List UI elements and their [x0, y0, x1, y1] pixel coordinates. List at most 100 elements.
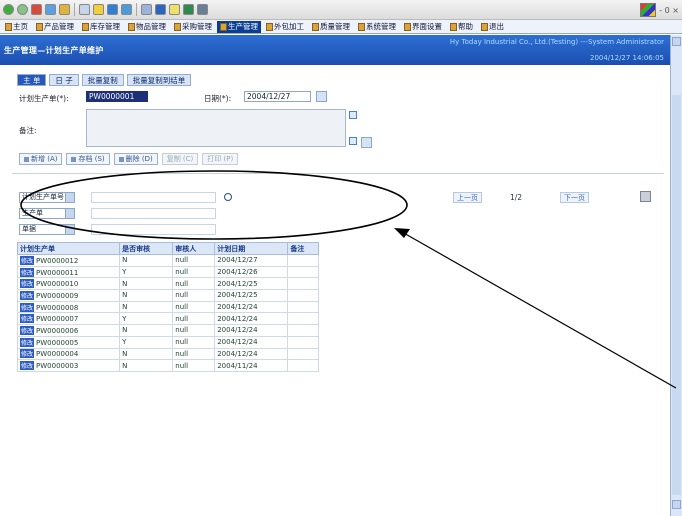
table-row[interactable]: 修改 PW0000009 Nnull 2004/12/25	[16, 289, 319, 302]
stop-icon[interactable]	[31, 4, 42, 15]
row-edit-button[interactable]: 修改	[20, 361, 35, 371]
nav-item-label: 退出	[489, 22, 504, 31]
prev-page-button[interactable]: 上一页	[453, 192, 482, 203]
row-edit-button[interactable]: 修改	[20, 314, 35, 324]
cell-value: null	[175, 349, 189, 358]
table-cell	[287, 335, 319, 349]
filter-field-select-2[interactable]: 生产单	[19, 208, 75, 219]
table-row[interactable]: 修改 PW0000011 Ynull 2004/12/26	[16, 265, 319, 279]
memo-select-icon[interactable]	[349, 137, 357, 145]
table-row[interactable]: 修改 PW0000008 Nnull 2004/12/24	[16, 300, 319, 314]
messenger-icon[interactable]	[197, 4, 208, 15]
filter-input-3[interactable]	[91, 224, 216, 235]
home-icon[interactable]	[59, 4, 70, 15]
nav-item-3[interactable]: 物品管理	[125, 21, 169, 33]
module-icon	[404, 22, 411, 31]
calendar-icon[interactable]	[316, 91, 327, 102]
cell-value: N	[122, 303, 128, 312]
table-cell: N	[119, 254, 174, 267]
row-edit-button[interactable]: 修改	[20, 255, 35, 265]
table-row[interactable]: 修改 PW0000005 Ynull 2004/12/24	[16, 335, 319, 349]
nav-item-1[interactable]: 产品管理	[33, 21, 77, 33]
nav-item-8[interactable]: 系统管理	[355, 21, 399, 33]
table-row[interactable]: 修改 PW0000010 Nnull 2004/12/25	[16, 277, 319, 291]
filter-field-3-value: 单据	[22, 225, 36, 233]
tab-2[interactable]: 批量复制	[81, 74, 124, 86]
column-header[interactable]: 计划生产单	[16, 242, 121, 255]
table-row[interactable]: 修改 PW0000007 Ynull 2004/12/24	[16, 312, 319, 326]
history-icon[interactable]	[121, 4, 132, 15]
table-row[interactable]: 修改 PW0000012 Nnull 2004/12/27	[16, 254, 319, 267]
nav-item-0[interactable]: 主页	[2, 21, 31, 33]
row-edit-button[interactable]: 修改	[20, 302, 35, 312]
printer-icon[interactable]	[640, 191, 651, 202]
chevron-down-icon[interactable]	[65, 209, 74, 218]
nav-item-10[interactable]: 帮助	[447, 21, 476, 33]
table-row[interactable]: 修改 PW0000006 Nnull 2004/12/24	[16, 324, 319, 337]
print-icon[interactable]	[155, 4, 166, 15]
row-edit-button[interactable]: 修改	[20, 290, 35, 300]
delete-button[interactable]: 删除 (D)	[113, 153, 158, 165]
favorites-icon[interactable]	[93, 4, 104, 15]
scroll-thumb[interactable]	[672, 95, 681, 495]
nav-item-6[interactable]: 外包加工	[263, 21, 307, 33]
new-button[interactable]: 新增 (A)	[19, 153, 63, 165]
filter-input-2[interactable]	[91, 208, 216, 219]
table-header-row: 计划生产单 是否审核 审核人 计划日期 备注	[16, 242, 319, 255]
scroll-up-icon[interactable]	[672, 37, 681, 46]
nav-item-11[interactable]: 退出	[478, 21, 507, 33]
nav-item-2[interactable]: 库存管理	[79, 21, 123, 33]
row-edit-button[interactable]: 修改	[20, 267, 35, 277]
tab-3[interactable]: 批量复制到结单	[126, 74, 192, 86]
discuss-icon[interactable]	[183, 4, 194, 15]
nav-item-9[interactable]: 界面设置	[401, 21, 445, 33]
table-row[interactable]: 修改 PW0000003 Nnull 2004/11/24	[16, 359, 319, 372]
tab-0[interactable]: 主 单	[17, 74, 47, 86]
next-page-button[interactable]: 下一页	[560, 192, 589, 203]
cell-value: 2004/12/24	[217, 326, 258, 335]
plan-no-field[interactable]: PW0000001	[86, 91, 148, 102]
tab-1[interactable]: 日 子	[49, 74, 79, 86]
filter-input-1[interactable]	[91, 192, 216, 203]
date-field[interactable]: 2004/12/27	[244, 91, 311, 102]
mail-icon[interactable]	[141, 4, 152, 15]
row-edit-button[interactable]: 修改	[20, 325, 35, 335]
save-button[interactable]: 存档 (S)	[66, 153, 110, 165]
arrowhead-icon	[394, 228, 410, 238]
chevron-down-icon[interactable]	[65, 193, 74, 202]
column-header[interactable]: 审核人	[172, 242, 216, 255]
forward-icon[interactable]	[17, 4, 28, 15]
column-header[interactable]: 计划日期	[214, 242, 289, 255]
cell-value: N	[122, 349, 128, 358]
cell-value: 2004/12/24	[217, 314, 258, 323]
row-edit-button[interactable]: 修改	[20, 279, 35, 289]
edit-icon[interactable]	[169, 4, 180, 15]
memo-expand-icon[interactable]	[349, 111, 357, 119]
scroll-down-icon[interactable]	[672, 500, 681, 509]
table-row[interactable]: 修改 PW0000004 Nnull 2004/12/24	[16, 347, 319, 361]
chevron-down-icon[interactable]	[65, 225, 74, 234]
search-icon[interactable]	[79, 4, 90, 15]
refresh-icon[interactable]	[45, 4, 56, 15]
print-button[interactable]: 打印 (P)	[202, 153, 239, 165]
filter-field-select-3[interactable]: 单据	[19, 224, 75, 235]
row-edit-button[interactable]: 修改	[20, 349, 35, 359]
filter-field-select-1[interactable]: 计划生产单号	[19, 192, 75, 203]
memo-textarea[interactable]	[86, 109, 346, 147]
memo-lookup-icon[interactable]	[361, 137, 372, 148]
nav-item-4[interactable]: 采购管理	[171, 21, 215, 33]
nav-item-7[interactable]: 质量管理	[309, 21, 353, 33]
vertical-scrollbar[interactable]	[670, 35, 682, 516]
back-icon[interactable]	[3, 4, 14, 15]
column-header[interactable]: 是否审核	[119, 242, 174, 255]
cell-value: PW0000003	[36, 362, 79, 371]
table-cell: null	[172, 335, 216, 349]
nav-item-5[interactable]: 生产管理	[217, 20, 261, 33]
media-icon[interactable]	[107, 4, 118, 15]
window-control-buttons[interactable]: - 0 ×	[659, 6, 679, 15]
row-edit-button[interactable]: 修改	[20, 337, 35, 347]
cell-value: null	[175, 361, 189, 370]
magnifier-icon[interactable]	[224, 193, 232, 201]
column-header[interactable]: 备注	[287, 242, 319, 255]
copy-button[interactable]: 复制 (C)	[161, 153, 199, 165]
